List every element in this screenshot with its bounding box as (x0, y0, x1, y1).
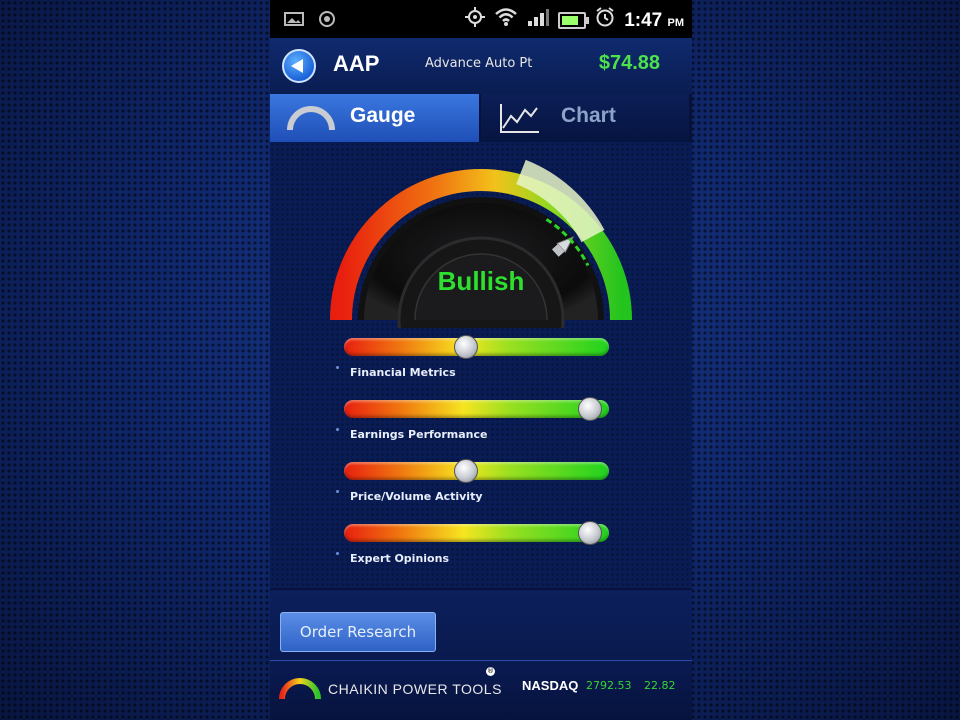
gauge-arc-icon (287, 106, 335, 131)
action-area: Order Research (270, 588, 692, 662)
wifi-icon (494, 7, 518, 34)
app-header: AAP Advance Auto Pt $74.88 (270, 38, 692, 95)
factor-knob (453, 335, 478, 359)
gps-icon (464, 6, 486, 35)
ticker-symbol: AAP (333, 51, 380, 76)
brand-name: CHAIKIN POWER TOOLS (328, 681, 502, 697)
registered-mark: ® (486, 667, 495, 676)
factor-label: Financial Metrics (350, 366, 456, 379)
circle-icon (318, 10, 336, 35)
alarm-icon (594, 6, 616, 35)
tab-gauge[interactable]: Gauge (270, 94, 479, 142)
tab-gauge-label: Gauge (350, 104, 416, 127)
battery-icon (558, 12, 590, 29)
factor-dot (336, 552, 339, 555)
factor-row: Financial Metrics (332, 332, 632, 382)
factor-label: Expert Opinions (350, 552, 449, 565)
status-bar: 1:47 PM (270, 0, 692, 38)
sentiment-gauge (330, 159, 632, 328)
factor-row: Earnings Performance (332, 394, 632, 444)
factor-dot (336, 490, 339, 493)
index-value: 2792.53 (586, 679, 632, 692)
factor-label: Price/Volume Activity (350, 490, 483, 503)
sentiment-rating: Bullish (437, 266, 525, 296)
factor-knob (453, 459, 478, 483)
view-tabs: Gauge Chart (270, 94, 692, 142)
index-name: NASDAQ (522, 678, 579, 693)
company-name: Advance Auto Pt (425, 56, 533, 71)
factor-row: Price/Volume Activity (332, 456, 632, 506)
image-icon (284, 10, 304, 35)
index-change: 22.82 (644, 679, 676, 692)
factor-label: Earnings Performance (350, 428, 488, 441)
factor-dot (336, 366, 339, 369)
back-arrow-icon[interactable] (282, 49, 316, 83)
gauge-panel: Bullish Financial Metrics Earnings Perfo… (270, 142, 692, 588)
line-chart-icon (500, 104, 539, 133)
chaikin-logo-icon (279, 678, 321, 700)
order-research-button[interactable]: Order Research (280, 612, 436, 652)
tab-chart[interactable]: Chart (481, 94, 689, 142)
phone-screen: 1:47 PM AAP Advance Auto Pt $74.88 Gauge… (270, 0, 692, 720)
signal-icon (526, 7, 550, 34)
factor-bar (344, 524, 609, 542)
stock-price: $74.88 (598, 52, 660, 74)
status-time: 1:47 PM (624, 9, 684, 31)
factor-row: Expert Opinions (332, 518, 632, 568)
tab-chart-label: Chart (561, 104, 616, 127)
factor-dot (336, 428, 339, 431)
bottom-bar: CHAIKIN POWER TOOLS ® NASDAQ 2792.53 22.… (270, 660, 692, 720)
factor-bar (344, 400, 609, 418)
